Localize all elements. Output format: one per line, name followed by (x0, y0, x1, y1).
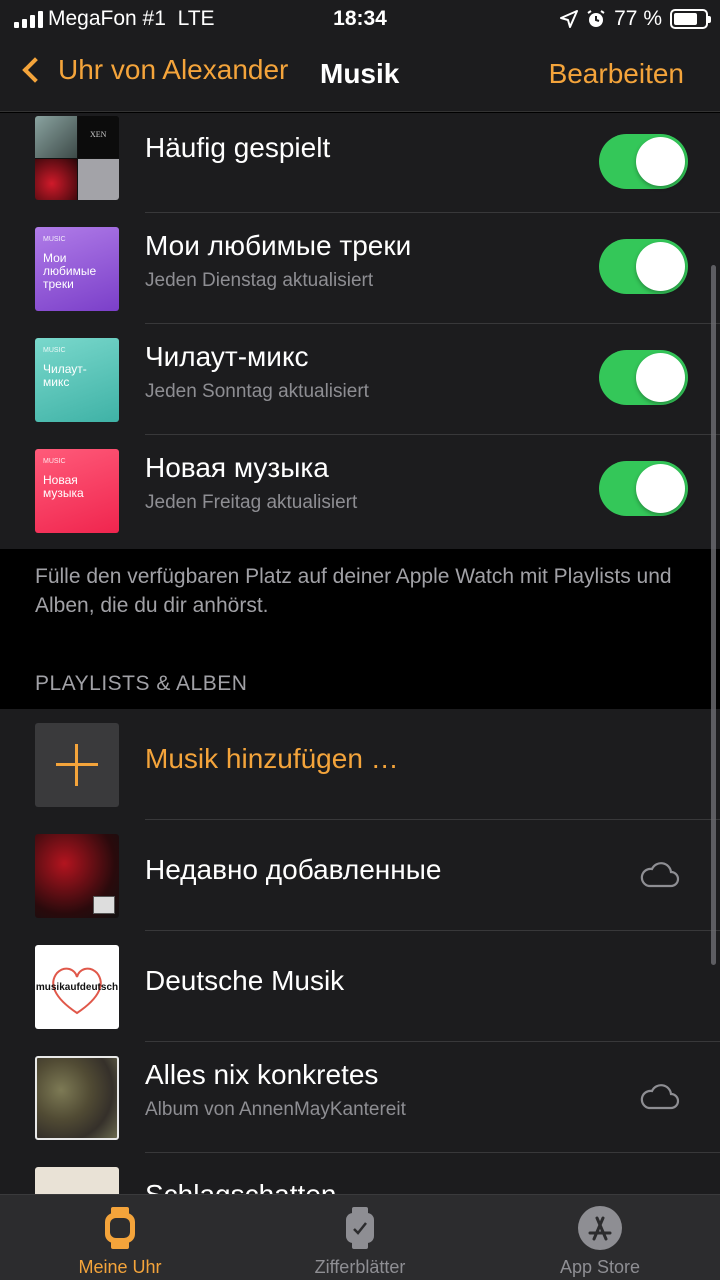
page-title: Musik (320, 58, 400, 89)
add-music-row[interactable]: Musik hinzufügen … (0, 709, 720, 820)
edit-button[interactable]: Bearbeiten (549, 58, 684, 90)
watch-face-icon (346, 1207, 374, 1249)
chevron-left-icon (22, 57, 48, 83)
album-artwork (35, 1056, 119, 1140)
tab-bar: Meine Uhr Zifferblätter App Store (0, 1194, 720, 1280)
location-arrow-icon (560, 10, 579, 28)
list-item-schlagschatten[interactable]: Schlagschatten (0, 1153, 720, 1194)
status-bar: MegaFon #1 LTE 18:34 77 % (0, 0, 720, 40)
back-label: Uhr von Alexander (58, 54, 289, 85)
playlists-group: Musik hinzufügen … Недавно добавленные m… (0, 709, 720, 1194)
list-item-lieblingstitel: MUSIC Мои любимые треки Мои любимые трек… (0, 213, 720, 324)
watch-icon (105, 1207, 135, 1249)
app-store-icon (578, 1206, 622, 1250)
tab-label: Meine Uhr (78, 1257, 162, 1277)
battery-icon (670, 9, 711, 29)
playlist-title: Новая музыка (145, 452, 329, 483)
status-right: 77 % (560, 6, 711, 32)
cloud-icon[interactable] (640, 862, 680, 888)
cloud-icon[interactable] (640, 1084, 680, 1110)
album-artwork (35, 1167, 119, 1194)
playlist-subtitle: Jeden Sonntag aktualisiert (145, 381, 369, 402)
list-item-deutsche-musik[interactable]: musikaufdeutsch Deutsche Musik (0, 931, 720, 1042)
list-item-chillout: MUSIC Чилаут-микс Чилаут-микс Jeden Sonn… (0, 324, 720, 435)
list-item-recently-added[interactable]: Недавно добавленные (0, 820, 720, 931)
tab-watch-faces[interactable]: Zifferblätter (240, 1195, 480, 1280)
section-header: PLAYLISTS & ALBEN (35, 672, 248, 695)
playlist-artwork: MUSIC Чилаут-микс (35, 338, 119, 422)
list-item-neue-musik: MUSIC Новая музыка Новая музыка Jeden Fr… (0, 435, 720, 546)
auto-playlists-group: XEN Häufig gespielt MUSIC Мои любимые тр… (0, 113, 720, 549)
playlist-title: Deutsche Musik (145, 965, 345, 996)
toggle-lieblingstitel[interactable] (599, 239, 688, 294)
back-button[interactable]: Uhr von Alexander (20, 54, 288, 86)
album-title: Schlagschatten (145, 1179, 336, 1194)
playlist-title: Häufig gespielt (145, 132, 331, 163)
playlist-subtitle: Jeden Freitag aktualisiert (145, 492, 358, 513)
playlist-artwork (35, 834, 119, 918)
playlist-artwork: musikaufdeutsch (35, 945, 119, 1029)
list-item-alles-nix[interactable]: Alles nix konkretes Album von AnnenMayKa… (0, 1042, 720, 1153)
toggle-neue-musik[interactable] (599, 461, 688, 516)
plus-icon (35, 723, 119, 807)
alarm-clock-icon (587, 10, 605, 27)
playlist-title: Чилаут-микс (145, 341, 309, 372)
playlist-artwork: MUSIC Новая музыка (35, 449, 119, 533)
toggle-haeufig[interactable] (599, 134, 688, 189)
album-subtitle: Album von AnnenMayKantereit (145, 1099, 406, 1120)
toggle-chillout[interactable] (599, 350, 688, 405)
add-music-label: Musik hinzufügen … (145, 743, 399, 774)
album-title: Alles nix konkretes (145, 1059, 379, 1090)
battery-percent: 77 % (614, 7, 662, 30)
playlist-artwork: XEN (35, 116, 119, 200)
scrollbar[interactable] (711, 265, 716, 965)
playlist-subtitle: Jeden Dienstag aktualisiert (145, 270, 374, 291)
list-item-haeufig: XEN Häufig gespielt (0, 102, 720, 213)
playlist-artwork: MUSIC Мои любимые треки (35, 227, 119, 311)
section-footer: Fülle den verfügbaren Platz auf deiner A… (35, 565, 672, 617)
playlist-title: Мои любимые треки (145, 230, 412, 261)
tab-label: App Store (559, 1257, 641, 1277)
playlist-title: Недавно добавленные (145, 854, 442, 885)
tab-app-store[interactable]: App Store (480, 1195, 720, 1280)
tab-label: Zifferblätter (314, 1257, 406, 1277)
tab-my-watch[interactable]: Meine Uhr (0, 1195, 240, 1280)
